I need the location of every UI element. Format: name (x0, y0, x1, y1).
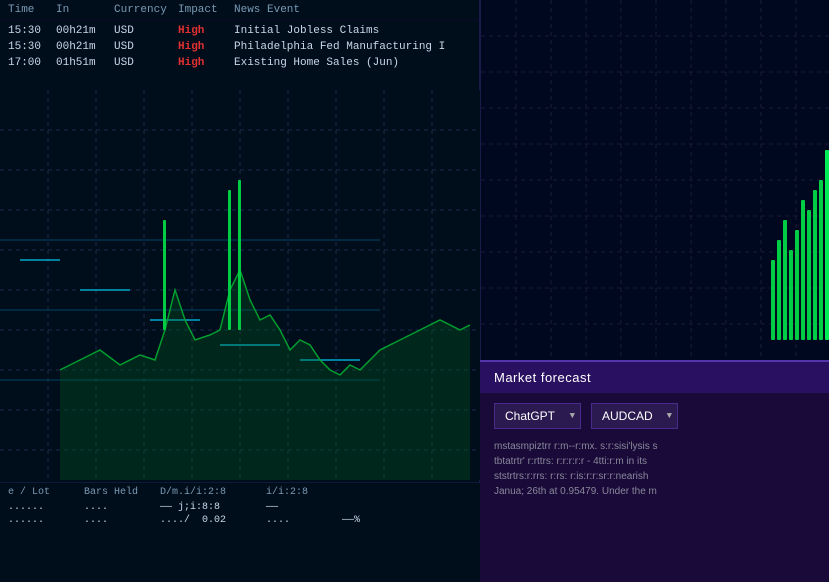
forecast-controls: ChatGPT AUDCAD (480, 393, 829, 439)
forecast-text-area: mstasmpiztrr r:m--r:mx. s:r:sisi'lysis s… (480, 439, 829, 499)
col-header-time: Time (8, 4, 56, 16)
news-in-2: 00h21m (56, 41, 114, 53)
bottom-data-row-2: ...... .... ..../ 0.02 .... ——% (8, 515, 472, 526)
bottom-bar: e / Lot Bars Held D/m.i/i:2:8 i/i:2:8 ..… (0, 482, 480, 582)
forecast-line-1: mstasmpiztrr r:m--r:mx. s:r:sisi'lysis s (494, 439, 815, 454)
bottom-col-header-1: e / Lot (8, 487, 68, 498)
news-impact-2: High (178, 41, 234, 53)
bottom-cell-1-4: —— (266, 502, 326, 513)
news-row: 17:00 01h51m USD High Existing Home Sale… (0, 55, 479, 71)
right-chart-svg (481, 0, 829, 360)
pair-select[interactable]: AUDCAD (591, 403, 678, 429)
news-event-2: Philadelphia Fed Manufacturing I (234, 41, 471, 53)
ai-select[interactable]: ChatGPT (494, 403, 581, 429)
news-currency-1: USD (114, 25, 178, 37)
bottom-cell-2-3: ..../ 0.02 (160, 515, 250, 526)
news-impact-3: High (178, 57, 234, 69)
bottom-cell-2-1: ...... (8, 515, 68, 526)
col-header-currency: Currency (114, 4, 178, 16)
forecast-title: Market forecast (480, 362, 829, 393)
market-forecast-panel: Market forecast ChatGPT AUDCAD mstasmpiz… (480, 360, 829, 582)
news-in-1: 00h21m (56, 25, 114, 37)
news-currency-2: USD (114, 41, 178, 53)
bottom-col-header-5 (342, 487, 402, 498)
news-row: 15:30 00h21m USD High Initial Jobless Cl… (0, 23, 479, 39)
col-header-in: In (56, 4, 114, 16)
news-time-2: 15:30 (8, 41, 56, 53)
bottom-cell-1-2: .... (84, 502, 144, 513)
bottom-col-header-2: Bars Held (84, 487, 144, 498)
forecast-line-2: tbtatrtr' r:rttrs: r:r:r:r:r - 4tti:r:m … (494, 454, 815, 469)
news-row: 15:30 00h21m USD High Philadelphia Fed M… (0, 39, 479, 55)
col-header-impact: Impact (178, 4, 234, 16)
news-table-header: Time In Currency Impact News Event (0, 0, 479, 21)
news-impact-1: High (178, 25, 234, 37)
bottom-col-header-3: D/m.i/i:2:8 (160, 487, 250, 498)
bottom-cell-1-5 (342, 502, 402, 513)
news-event-1: Initial Jobless Claims (234, 25, 471, 37)
left-panel: Time In Currency Impact News Event 15:30… (0, 0, 480, 582)
news-currency-3: USD (114, 57, 178, 69)
news-time-1: 15:30 (8, 25, 56, 37)
news-time-3: 17:00 (8, 57, 56, 69)
news-event-3: Existing Home Sales (Jun) (234, 57, 471, 69)
bottom-bar-header: e / Lot Bars Held D/m.i/i:2:8 i/i:2:8 (8, 487, 472, 498)
news-in-3: 01h51m (56, 57, 114, 69)
bottom-col-header-4: i/i:2:8 (266, 487, 326, 498)
left-chart (0, 90, 480, 480)
bottom-cell-2-4: .... (266, 515, 326, 526)
bottom-data-row-1: ...... .... —— j;i:8:8 —— (8, 502, 472, 513)
forecast-line-3: ststrtrs:r:rrs: r:rs: r:is:r:r:sr:r:near… (494, 469, 815, 484)
forecast-line-4: Janua; 26th at 0.95479. Under the m (494, 484, 815, 499)
bottom-cell-1-3: —— j;i:8:8 (160, 502, 250, 513)
col-header-event: News Event (234, 4, 471, 16)
right-chart-panel (480, 0, 829, 360)
pair-select-wrapper[interactable]: AUDCAD (591, 403, 678, 429)
bottom-cell-1-1: ...... (8, 502, 68, 513)
bottom-cell-2-2: .... (84, 515, 144, 526)
left-chart-svg (0, 90, 480, 480)
news-rows-container: 15:30 00h21m USD High Initial Jobless Cl… (0, 21, 479, 73)
bottom-cell-2-5: ——% (342, 515, 402, 526)
ai-select-wrapper[interactable]: ChatGPT (494, 403, 581, 429)
